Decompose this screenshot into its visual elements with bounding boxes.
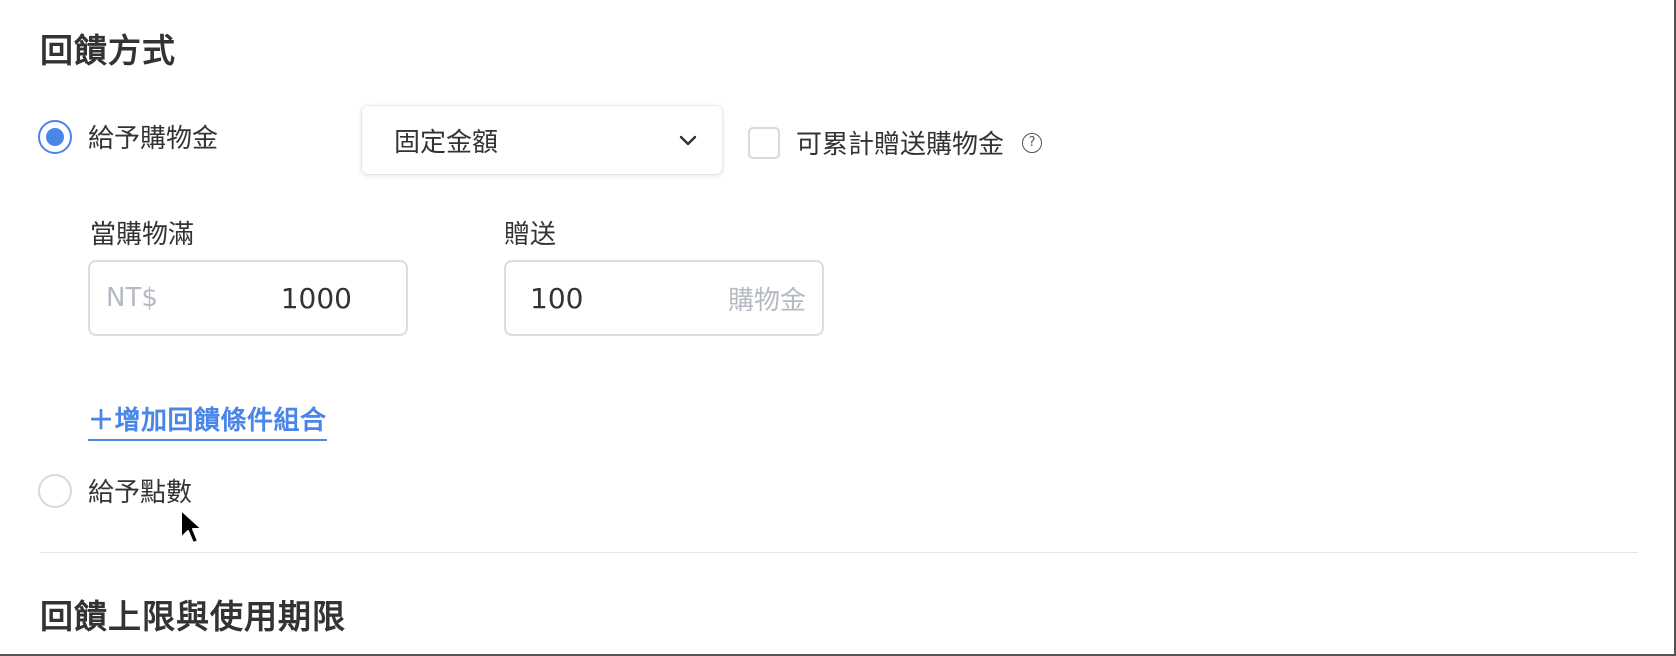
amount-type-select[interactable]: 固定金額 xyxy=(362,106,722,174)
gift-amount-input[interactable]: 100 購物金 xyxy=(504,260,824,336)
min-purchase-input[interactable]: NT$ 1000 xyxy=(88,260,408,336)
points-label[interactable]: 給予點數 xyxy=(88,472,192,509)
amount-type-select-value: 固定金額 xyxy=(394,127,499,158)
store-credit-label[interactable]: 給予購物金 xyxy=(88,118,218,155)
gift-amount-value[interactable]: 100 xyxy=(530,282,583,315)
store-credit-suffix: 購物金 xyxy=(727,285,806,316)
cumulative-credit-checkbox[interactable] xyxy=(748,126,780,159)
section-divider xyxy=(40,552,1638,553)
points-option[interactable]: 給予點數 xyxy=(38,472,192,509)
add-condition-link[interactable]: ＋增加回饋條件組合 xyxy=(88,400,327,441)
gift-amount-label: 贈送 xyxy=(504,220,557,250)
min-purchase-value[interactable]: 1000 xyxy=(281,282,352,315)
radio-selected-dot xyxy=(46,127,64,146)
question-circle-icon[interactable]: ? xyxy=(1022,132,1043,153)
store-credit-option[interactable]: 給予購物金 xyxy=(38,118,218,155)
section-title-reward-method: 回饋方式 xyxy=(40,31,176,70)
reward-settings-page: 回饋方式 給予購物金 固定金額 可累計贈送購物金 ? 當購物滿 贈送 NT$ 1… xyxy=(0,0,1676,656)
points-radio[interactable] xyxy=(38,473,72,508)
mouse-cursor-icon xyxy=(180,509,203,544)
cumulative-credit-option[interactable]: 可累計贈送購物金 ? xyxy=(748,124,1043,161)
currency-prefix: NT$ xyxy=(106,283,158,313)
min-purchase-label: 當購物滿 xyxy=(90,220,195,250)
chevron-down-icon xyxy=(679,135,697,146)
cumulative-credit-label[interactable]: 可累計贈送購物金 xyxy=(796,124,1004,161)
store-credit-radio[interactable] xyxy=(38,119,72,154)
section-title-limit-and-expiry: 回饋上限與使用期限 xyxy=(40,597,346,636)
